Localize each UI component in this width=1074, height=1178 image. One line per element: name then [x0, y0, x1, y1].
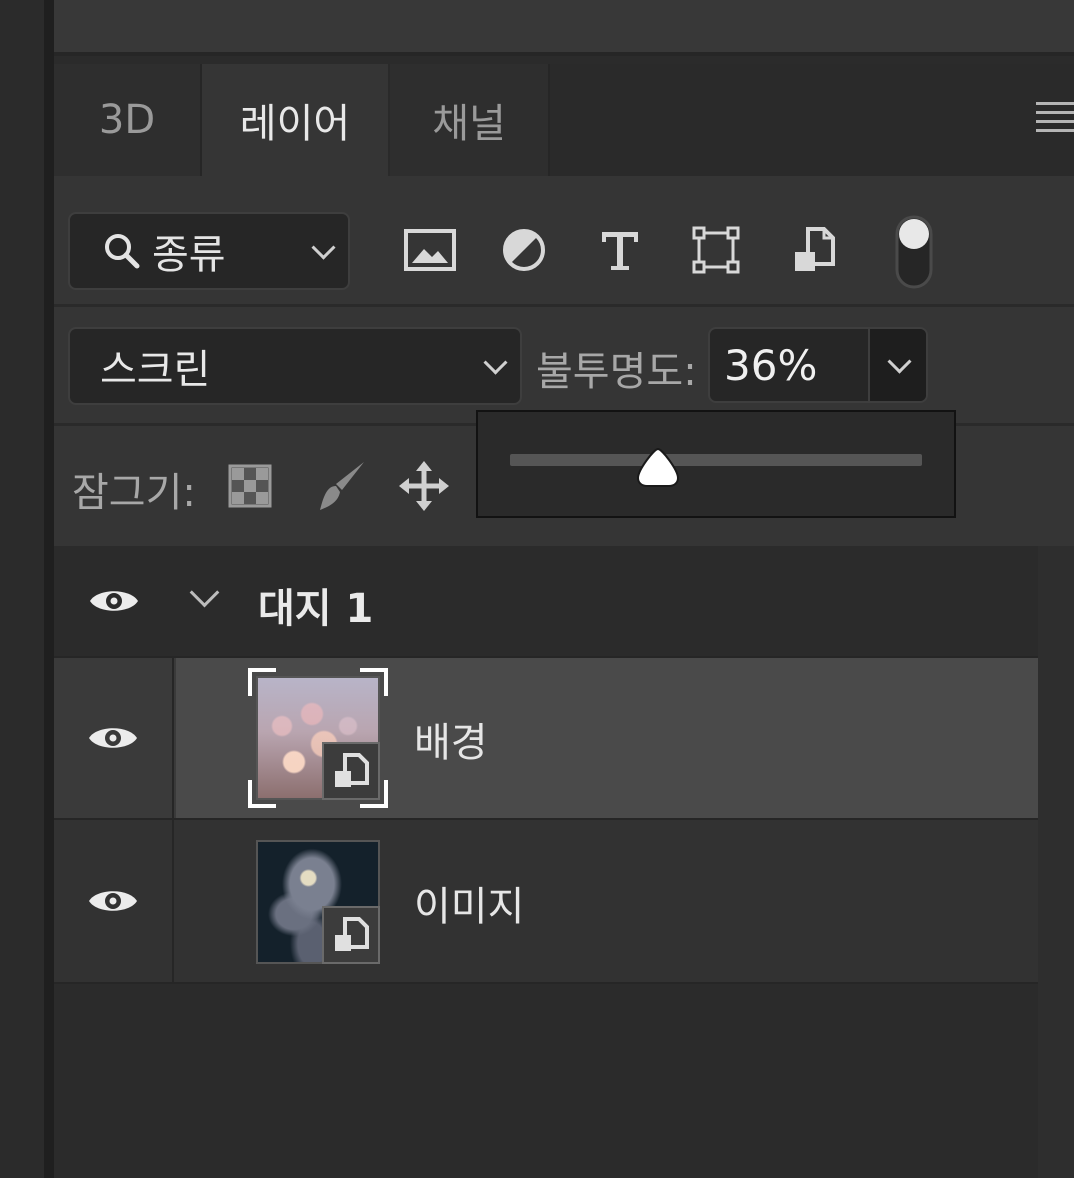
layers-scrollbar[interactable] — [1038, 546, 1074, 1178]
blend-mode-value: 스크린 — [100, 347, 211, 393]
layer-filter-bar: 종류 — [54, 176, 1074, 307]
blend-mode-dropdown[interactable]: 스크린 — [68, 327, 522, 405]
layer-name[interactable]: 배경 — [414, 710, 488, 768]
chevron-down-icon — [887, 349, 912, 374]
opacity-slider-track[interactable] — [510, 454, 922, 466]
layer-row[interactable]: 배경 — [54, 658, 1038, 820]
layer-group-row[interactable]: 대지 1 — [54, 546, 1038, 658]
visibility-toggle[interactable] — [54, 658, 174, 818]
panel-gap — [54, 56, 1074, 64]
upper-panel — [54, 0, 1074, 56]
layer-group-name: 대지 1 — [258, 586, 374, 632]
tab-layers[interactable]: 레이어 — [202, 64, 388, 176]
chevron-down-icon — [483, 350, 508, 375]
expand-chevron-icon[interactable] — [189, 577, 220, 608]
tab-3d[interactable]: 3D — [54, 64, 202, 176]
blend-options-bar: 스크린 불투명도: 36% — [54, 307, 1074, 426]
layer-name[interactable]: 이미지 — [414, 874, 524, 932]
panel-tab-bar: 3D 레이어 채널 — [54, 64, 1074, 176]
visibility-toggle[interactable] — [54, 546, 174, 656]
lock-transparent-pixels-icon[interactable] — [220, 456, 280, 516]
lock-image-pixels-icon[interactable] — [310, 456, 370, 516]
opacity-slider-thumb[interactable] — [636, 446, 680, 488]
shape-icon[interactable] — [686, 220, 746, 280]
opacity-slider-popup — [476, 410, 956, 518]
smart-object-badge-icon — [322, 906, 380, 964]
type-icon[interactable] — [590, 220, 650, 280]
layer-thumbnail[interactable] — [256, 840, 380, 964]
opacity-label: 불투명도: — [536, 349, 697, 395]
smart-object-badge-icon — [322, 742, 380, 800]
chevron-down-icon — [311, 235, 336, 260]
adjustment-icon[interactable] — [494, 220, 554, 280]
filter-toggle-icon[interactable] — [884, 212, 944, 292]
filter-kind-dropdown[interactable]: 종류 — [68, 212, 350, 290]
eye-icon — [90, 591, 138, 611]
layer-row[interactable]: 이미지 — [54, 820, 1038, 984]
visibility-toggle[interactable] — [54, 820, 174, 982]
opacity-value[interactable]: 36% — [724, 341, 817, 390]
layers-list: 대지 1 배경 이미지 — [54, 546, 1038, 1178]
image-icon[interactable] — [400, 220, 460, 280]
panel-divider[interactable] — [44, 0, 54, 1178]
filter-kind-label: 종류 — [152, 232, 226, 278]
lock-label: 잠그기: — [72, 470, 196, 516]
lock-position-icon[interactable] — [394, 456, 454, 516]
eye-icon — [89, 891, 137, 911]
layer-thumbnail[interactable] — [248, 668, 388, 808]
smart-object-icon[interactable] — [784, 220, 844, 280]
opacity-field[interactable]: 36% — [708, 327, 928, 403]
panel-menu-icon[interactable] — [1036, 102, 1074, 138]
opacity-slider-toggle[interactable] — [868, 329, 926, 401]
search-icon — [102, 231, 142, 271]
eye-icon — [89, 728, 137, 748]
left-edge-panel — [0, 0, 44, 1178]
tab-channels[interactable]: 채널 — [390, 64, 550, 176]
